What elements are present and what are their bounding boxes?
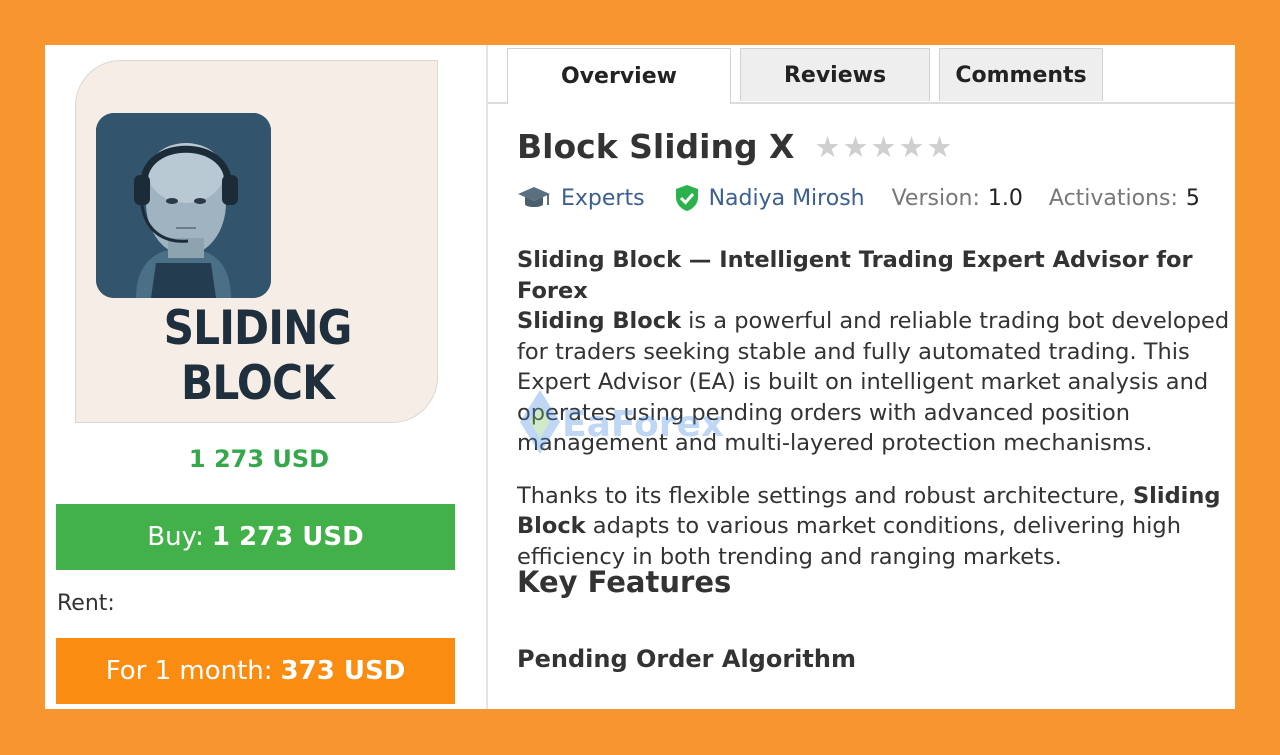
buy-amount: 1 273 USD — [211, 522, 364, 552]
description-text-2b: adapts to various market conditions, del… — [517, 513, 1181, 570]
robot-portrait-image — [96, 113, 271, 298]
description-paragraph-2: Thanks to its flexible settings and robu… — [517, 481, 1232, 573]
tab-comments[interactable]: Comments — [939, 48, 1103, 101]
description-product-name: Sliding Block — [517, 308, 682, 334]
product-price: 1 273 USD — [188, 445, 330, 473]
product-panel: SLIDING BLOCK 1 273 USD Buy: 1 273 USD R… — [45, 45, 1235, 709]
logo-text: SLIDING BLOCK — [163, 301, 353, 411]
verified-shield-icon — [675, 184, 699, 212]
product-title: Block Sliding X — [517, 127, 795, 166]
tab-reviews[interactable]: Reviews — [740, 48, 930, 101]
pending-order-heading: Pending Order Algorithm — [517, 645, 856, 673]
graduation-cap-icon — [517, 185, 551, 211]
buy-button[interactable]: Buy: 1 273 USD — [56, 504, 455, 570]
buy-label: Buy: — [147, 522, 204, 552]
version-label: Version: — [891, 185, 980, 211]
description-text-2a: Thanks to its flexible settings and robu… — [517, 482, 1133, 509]
rent-month-button[interactable]: For 1 month: 373 USD — [56, 638, 455, 704]
tab-overview[interactable]: Overview — [507, 48, 731, 104]
product-sidebar: SLIDING BLOCK 1 273 USD Buy: 1 273 USD R… — [45, 45, 488, 709]
product-logo: SLIDING BLOCK — [75, 60, 438, 423]
key-features-heading: Key Features — [517, 565, 732, 599]
rent-period-label: For 1 month: — [105, 656, 273, 686]
rent-label: Rent: — [57, 591, 115, 616]
activations-value: 5 — [1185, 185, 1200, 211]
activations-label: Activations: — [1048, 185, 1178, 211]
title-row: Block Sliding X ★★★★★ — [517, 127, 955, 166]
author-link[interactable]: Nadiya Mirosh — [709, 186, 865, 211]
rent-amount: 373 USD — [280, 656, 406, 686]
description: Sliding Block — Intelligent Trading Expe… — [517, 245, 1232, 594]
version-value: 1.0 — [987, 185, 1023, 211]
product-meta: Experts Nadiya Mirosh Version: 1.0 Activ… — [517, 184, 1200, 212]
category-link[interactable]: Experts — [561, 186, 645, 211]
rating-stars[interactable]: ★★★★★ — [815, 130, 955, 164]
tab-bar: Overview Reviews Comments — [488, 45, 1235, 104]
description-paragraph-1: Sliding Block — Intelligent Trading Expe… — [517, 245, 1232, 459]
description-heading: Sliding Block — Intelligent Trading Expe… — [517, 247, 1193, 304]
